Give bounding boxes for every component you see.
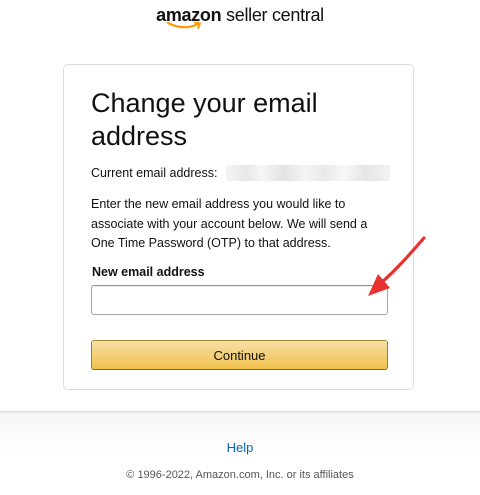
logo-product-text: seller central	[221, 5, 324, 25]
new-email-label: New email address	[92, 265, 205, 279]
help-link[interactable]: Help	[0, 440, 480, 455]
amazon-smile-icon	[166, 22, 201, 29]
new-email-input[interactable]	[91, 285, 388, 315]
copyright-text: © 1996-2022, Amazon.com, Inc. or its aff…	[126, 469, 354, 481]
continue-button[interactable]: Continue	[91, 340, 388, 370]
current-email-redacted	[226, 165, 390, 181]
amazon-seller-central-logo: amazon seller central	[0, 4, 480, 26]
page-title: Change your email address	[91, 88, 318, 151]
instructions-text: Enter the new email address you would li…	[91, 197, 368, 250]
change-email-card: Change your email address Current email …	[63, 64, 414, 390]
current-email-label: Current email address:	[91, 166, 218, 180]
red-annotation-arrow-icon	[368, 236, 426, 296]
